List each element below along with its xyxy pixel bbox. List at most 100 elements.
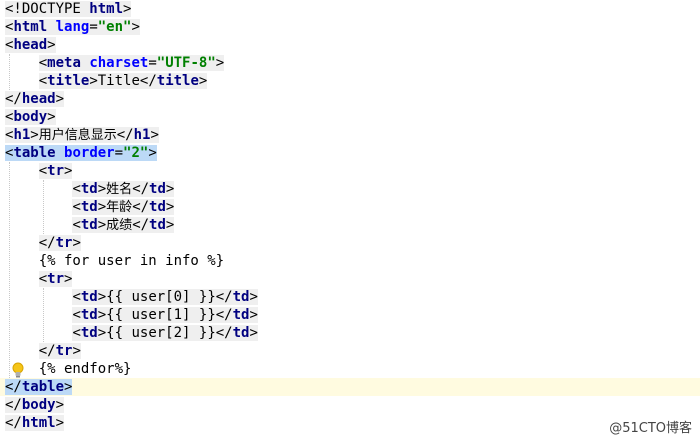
attribute-value: "UTF-8" xyxy=(156,55,216,71)
code-line[interactable]: </html> xyxy=(0,414,700,432)
code-line[interactable]: <html lang="en"> xyxy=(0,18,700,36)
code-content: {% endfor%} xyxy=(39,361,132,377)
punctuation: > xyxy=(165,217,175,233)
tag-name: td xyxy=(232,307,250,323)
tag-name: meta xyxy=(47,55,81,71)
code-content: </tr> xyxy=(38,235,81,251)
text-content: 成绩 xyxy=(106,218,133,233)
code-content: <head> xyxy=(5,37,56,53)
punctuation: > xyxy=(97,325,107,341)
code-line[interactable]: </tr> xyxy=(0,234,700,252)
punctuation: > xyxy=(215,55,225,71)
punctuation: > xyxy=(249,289,258,305)
code-content: </body> xyxy=(5,397,65,413)
tag-name: tr xyxy=(55,235,73,251)
tag-name: td xyxy=(232,325,250,341)
text-content: 姓名 xyxy=(106,182,133,197)
punctuation: </ xyxy=(38,235,56,251)
code-line[interactable]: <table border="2"> xyxy=(0,144,700,162)
code-line[interactable]: <!DOCTYPE html> xyxy=(0,0,700,18)
code-line[interactable]: <td>{{ user[2] }}</td> xyxy=(0,324,700,342)
code-line[interactable]: <td>{{ user[1] }}</td> xyxy=(0,306,700,324)
tag-name: tr xyxy=(55,343,73,359)
punctuation: < xyxy=(38,163,48,179)
punctuation: > xyxy=(89,73,98,89)
code-line[interactable]: </tr> xyxy=(0,342,700,360)
code-content: </html> xyxy=(5,415,65,431)
text-content: Title xyxy=(97,73,140,89)
punctuation: </ xyxy=(132,199,150,215)
code-content: </tr> xyxy=(38,343,81,359)
attribute-name: border xyxy=(64,145,115,161)
code-editor[interactable]: <!DOCTYPE html> <html lang="en"> <head> <m… xyxy=(0,0,700,442)
code-content: <td>{{ user[0] }}</td> xyxy=(72,289,258,305)
punctuation: > xyxy=(47,109,56,125)
punctuation: </ xyxy=(132,217,150,233)
code-content: </head> xyxy=(5,91,65,107)
tag-name: body xyxy=(13,109,48,125)
code-line[interactable]: <tr> xyxy=(0,162,700,180)
punctuation: > xyxy=(165,199,175,215)
punctuation xyxy=(56,145,64,161)
code-line[interactable]: <meta charset="UTF-8"> xyxy=(0,54,700,72)
code-content: <body> xyxy=(5,109,56,125)
code-content: <td>{{ user[2] }}</td> xyxy=(72,325,258,341)
punctuation: > xyxy=(30,127,39,143)
punctuation: < xyxy=(72,199,81,215)
punctuation: < xyxy=(72,325,81,341)
code-line[interactable]: {% endfor%} xyxy=(0,360,700,378)
code-line[interactable]: <title>Title</title> xyxy=(0,72,700,90)
punctuation: </ xyxy=(215,325,233,341)
punctuation: < xyxy=(72,181,81,197)
code-content: <meta charset="UTF-8"> xyxy=(38,55,225,71)
code-line[interactable]: <head> xyxy=(0,36,700,54)
code-line[interactable]: </table> xyxy=(0,378,700,396)
punctuation: < xyxy=(72,289,81,305)
code-line[interactable]: {% for user in info %} xyxy=(0,252,700,270)
punctuation: > xyxy=(47,37,56,53)
code-line[interactable]: <td>{{ user[0] }}</td> xyxy=(0,288,700,306)
punctuation: </ xyxy=(132,181,150,197)
punctuation: > xyxy=(97,181,107,197)
tag-name: td xyxy=(149,199,166,215)
tag-name: body xyxy=(21,397,56,413)
attribute-value: "2" xyxy=(123,145,149,161)
code-line[interactable]: <tr> xyxy=(0,270,700,288)
lightbulb-icon[interactable] xyxy=(11,362,25,378)
indent-guide xyxy=(9,54,11,90)
text-content: {{ user[2] }} xyxy=(106,325,216,341)
indent-guide xyxy=(9,162,11,378)
code-content: <tr> xyxy=(38,271,73,287)
code-line[interactable]: <h1>用户信息显示</h1> xyxy=(0,126,700,144)
tag-name: head xyxy=(13,37,48,53)
punctuation: < xyxy=(72,307,81,323)
tag-name: td xyxy=(80,217,98,233)
code-line[interactable]: <td>成绩</td> xyxy=(0,216,700,234)
code-line[interactable]: </head> xyxy=(0,90,700,108)
punctuation: </ xyxy=(5,397,22,413)
punctuation: < xyxy=(38,55,48,71)
code-content: <td>成绩</td> xyxy=(72,217,175,233)
matched-tag: </table> xyxy=(5,379,73,395)
punctuation: > xyxy=(55,415,65,431)
tag-name: html xyxy=(89,1,124,17)
punctuation: </ xyxy=(5,379,22,395)
tag-name: table xyxy=(13,145,56,161)
code-line[interactable]: <body> xyxy=(0,108,700,126)
tag-name: td xyxy=(80,325,98,341)
text-content: {% endfor%} xyxy=(38,361,132,377)
attribute-name: charset xyxy=(89,55,149,71)
code-line[interactable]: </body> xyxy=(0,396,700,414)
punctuation: = xyxy=(89,19,98,35)
punctuation: > xyxy=(97,199,107,215)
tag-name: td xyxy=(149,181,166,197)
code-line[interactable]: <td>年龄</td> xyxy=(0,198,700,216)
code-line[interactable]: <td>姓名</td> xyxy=(0,180,700,198)
